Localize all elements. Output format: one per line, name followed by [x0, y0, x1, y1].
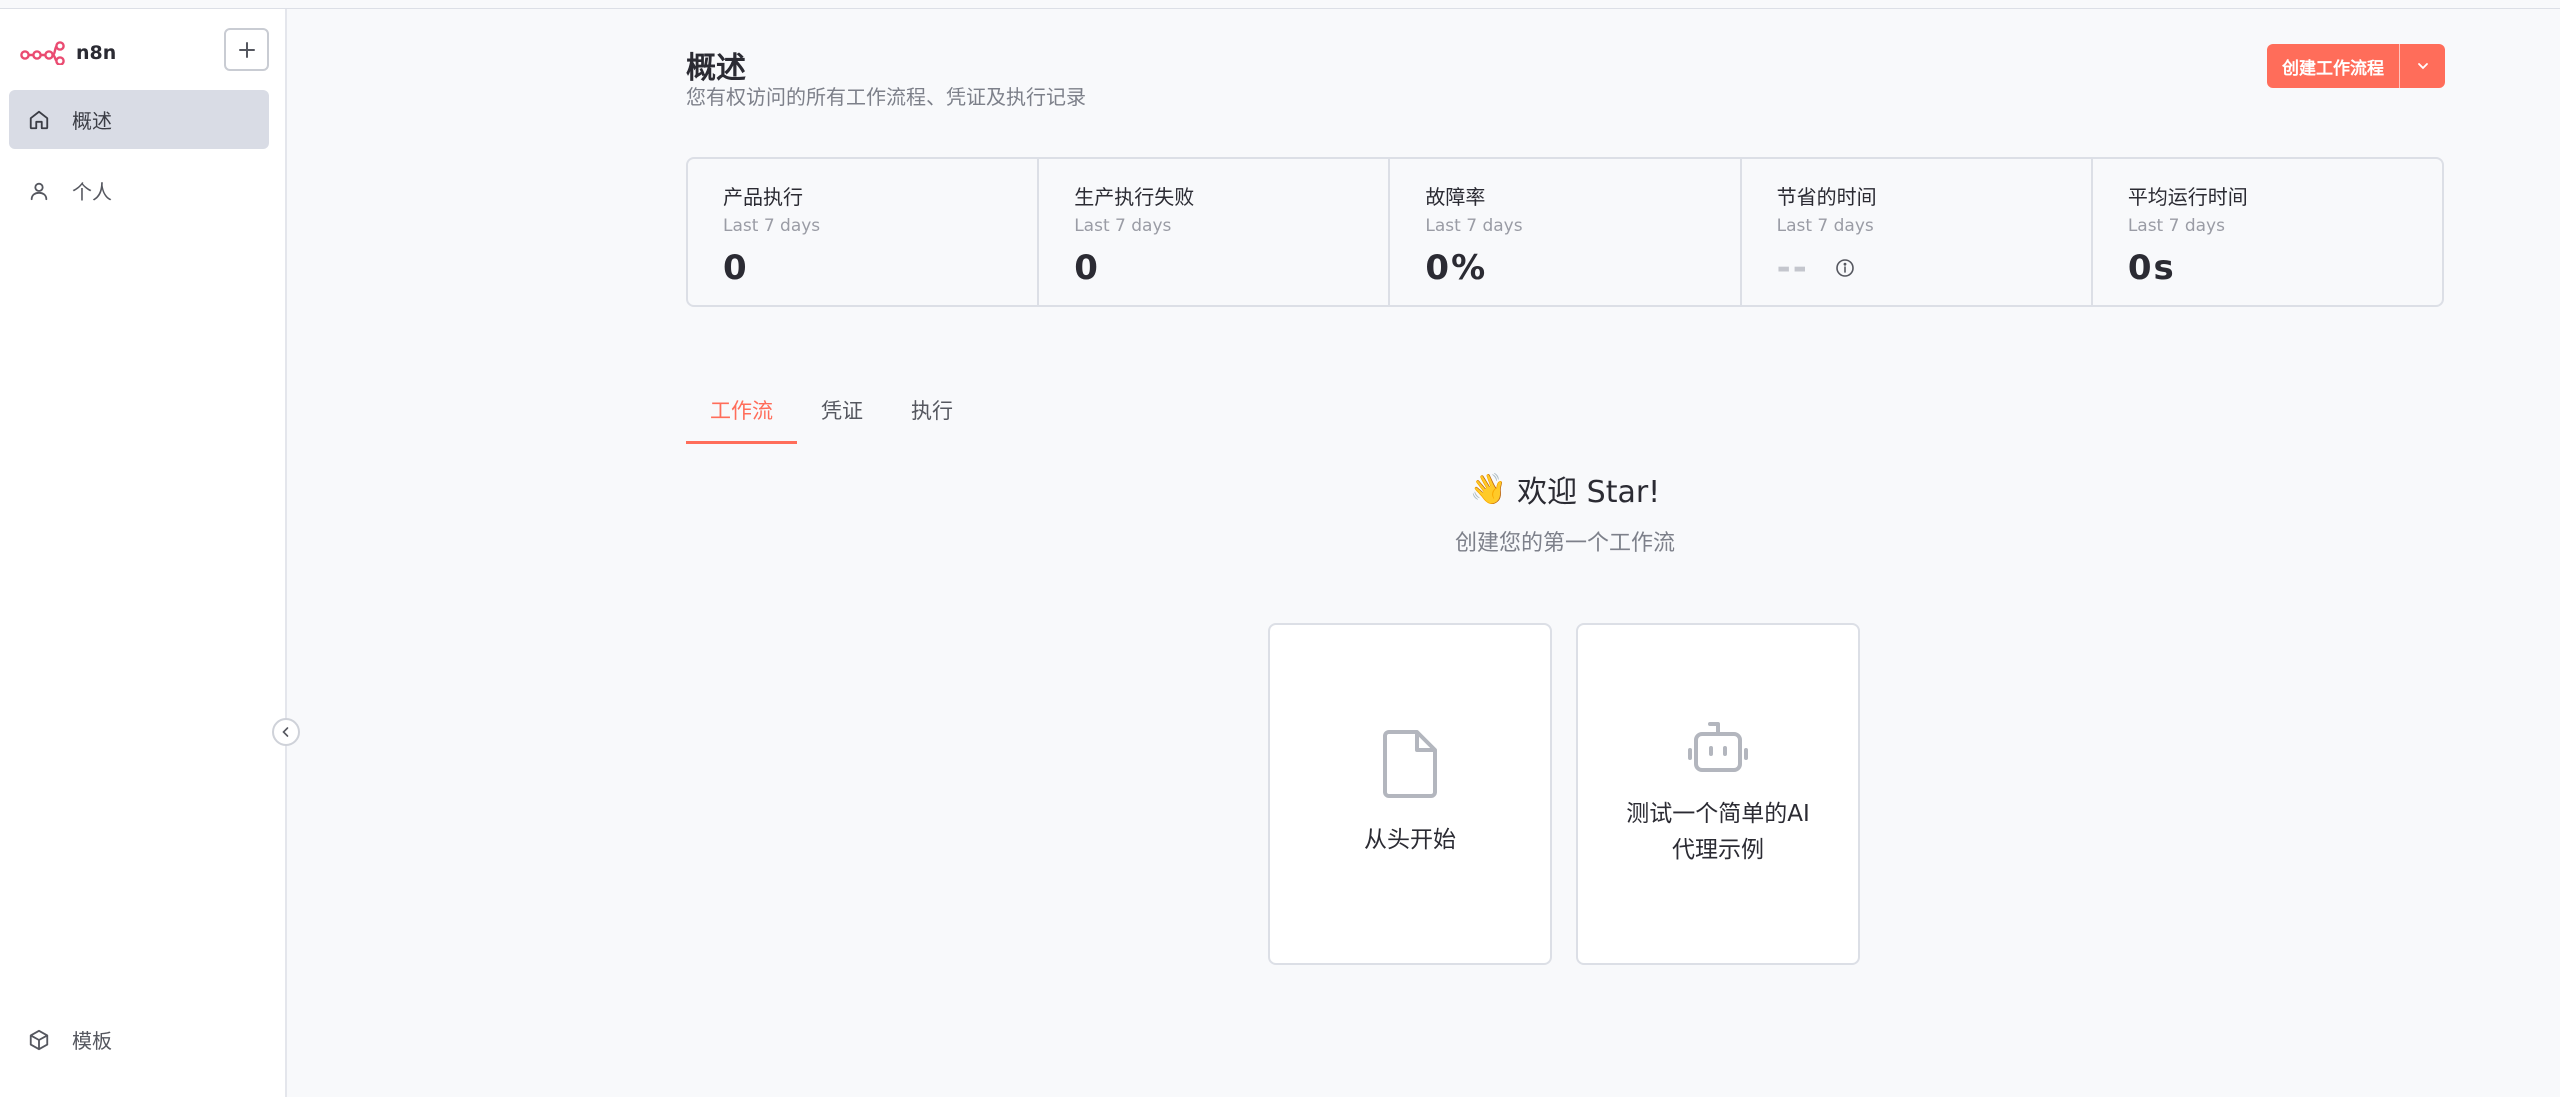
- create-workflow-button[interactable]: 创建工作流程: [2267, 44, 2445, 88]
- stat-avg-runtime[interactable]: 平均运行时间 Last 7 days 0s: [2093, 159, 2442, 305]
- start-from-scratch-card[interactable]: 从头开始: [1268, 623, 1552, 965]
- stat-failed-executions[interactable]: 生产执行失败 Last 7 days 0: [1039, 159, 1391, 305]
- welcome-heading: 👋 欢迎 Star!: [1365, 467, 1765, 511]
- page-subtitle: 您有权访问的所有工作流程、凭证及执行记录: [686, 85, 1086, 109]
- sidebar-item-overview[interactable]: 概述: [9, 90, 269, 149]
- sidebar-item-label: 个人: [72, 180, 112, 204]
- card-label-line: 测试一个简单的AI: [1626, 801, 1810, 827]
- create-workflow-label[interactable]: 创建工作流程: [2267, 44, 2400, 88]
- file-icon: [1383, 730, 1437, 798]
- brand-logo[interactable]: n8n: [20, 41, 116, 65]
- stat-value: 0s: [2127, 248, 2176, 288]
- plus-icon: [238, 41, 255, 58]
- tab-workflows[interactable]: 工作流: [686, 381, 797, 444]
- tab-executions[interactable]: 执行: [887, 381, 977, 444]
- sidebar: n8n 概述 个人 模板: [0, 9, 287, 1097]
- main-content: 概述 您有权访问的所有工作流程、凭证及执行记录 创建工作流程 产品执行 Last…: [287, 9, 2560, 1097]
- stat-title: 生产执行失败: [1074, 185, 1195, 209]
- collapse-sidebar-button[interactable]: [272, 718, 300, 746]
- tab-bar: 工作流 凭证 执行: [686, 381, 977, 444]
- stat-prod-executions[interactable]: 产品执行 Last 7 days 0: [688, 159, 1040, 305]
- stats-panel: 产品执行 Last 7 days 0 生产执行失败 Last 7 days 0 …: [686, 157, 2444, 307]
- chevron-down-icon: [2417, 63, 2428, 70]
- stat-period: Last 7 days: [1425, 216, 1523, 236]
- stat-title: 产品执行: [723, 185, 803, 209]
- stat-value: 0: [1074, 248, 1100, 288]
- stat-period: Last 7 days: [1074, 216, 1172, 236]
- sidebar-item-label: 模板: [72, 1029, 112, 1053]
- tab-credentials[interactable]: 凭证: [797, 381, 887, 444]
- stat-value: 0: [723, 248, 749, 288]
- sidebar-item-templates[interactable]: 模板: [9, 1010, 269, 1069]
- n8n-logo-icon: [20, 41, 65, 65]
- stat-value: --: [1776, 248, 1809, 288]
- stat-value: 0%: [1425, 248, 1488, 288]
- home-icon: [29, 110, 49, 129]
- ai-agent-example-card[interactable]: 测试一个简单的AI 代理示例: [1576, 623, 1860, 965]
- info-icon[interactable]: [1835, 258, 1855, 278]
- stat-title: 故障率: [1425, 185, 1486, 209]
- stat-title: 节省的时间: [1776, 185, 1877, 209]
- wave-emoji: 👋: [1469, 471, 1508, 507]
- stat-time-saved[interactable]: 节省的时间 Last 7 days --: [1742, 159, 2093, 305]
- create-workflow-dropdown[interactable]: [2400, 44, 2445, 88]
- stat-period: Last 7 days: [2127, 216, 2225, 236]
- stat-period: Last 7 days: [1776, 216, 1874, 236]
- stat-period: Last 7 days: [723, 216, 821, 236]
- add-button[interactable]: [224, 28, 269, 71]
- user-icon: [30, 182, 48, 200]
- card-label: 从头开始: [1364, 827, 1456, 853]
- stat-title: 平均运行时间: [2127, 185, 2248, 209]
- robot-icon: [1688, 722, 1748, 772]
- stat-failure-rate[interactable]: 故障率 Last 7 days 0%: [1390, 159, 1742, 305]
- chevron-left-icon: [282, 727, 289, 737]
- brand-name: n8n: [76, 42, 117, 64]
- package-icon: [29, 1029, 49, 1050]
- card-label-line: 代理示例: [1672, 837, 1764, 863]
- sidebar-item-label: 概述: [72, 109, 112, 133]
- welcome-subtitle: 创建您的第一个工作流: [1454, 531, 1675, 556]
- card-label-multiline: 测试一个简单的AI 代理示例: [1626, 796, 1810, 868]
- sidebar-item-personal[interactable]: 个人: [9, 161, 269, 220]
- welcome-text: 欢迎 Star!: [1517, 475, 1661, 510]
- stat-value-row: --: [1777, 248, 2091, 288]
